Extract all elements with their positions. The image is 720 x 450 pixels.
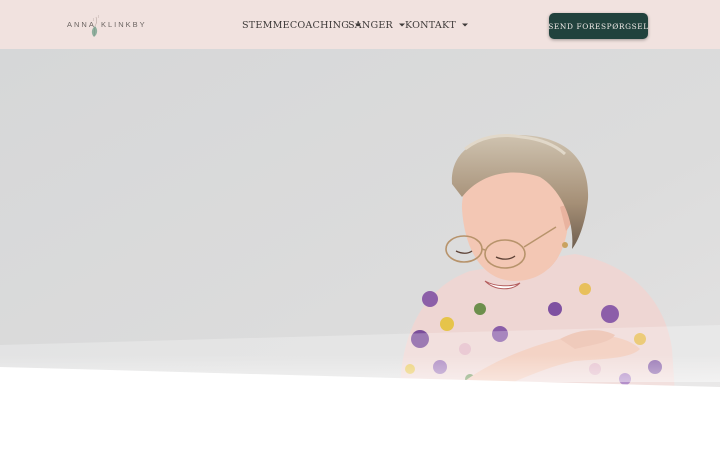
hero-photo xyxy=(0,49,720,450)
site-header: ANNA KLINKBY STEMMECOACHING SANGER KONTA… xyxy=(0,0,720,49)
hero-section xyxy=(0,49,720,450)
nav-item-sanger[interactable]: SANGER xyxy=(348,16,406,34)
nav-item-label: STEMMECOACHING xyxy=(242,19,350,31)
nav-item-kontakt[interactable]: KONTAKT xyxy=(405,16,469,34)
send-request-button[interactable]: SEND FORESPØRGSEL xyxy=(548,13,648,39)
nav-item-stemmecoaching[interactable]: STEMMECOACHING xyxy=(242,16,362,34)
logo-last-name: KLINKBY xyxy=(101,20,147,29)
nav-item-label: KONTAKT xyxy=(405,19,456,31)
chevron-down-icon xyxy=(461,23,468,27)
nav-item-label: SANGER xyxy=(348,19,393,31)
logo[interactable]: ANNA KLINKBY xyxy=(67,14,145,38)
